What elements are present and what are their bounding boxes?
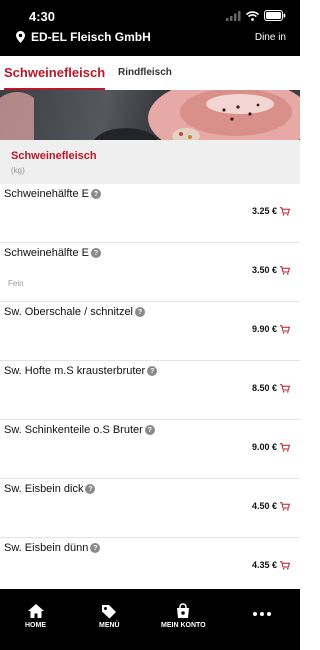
tab-schweinefleisch[interactable]: Schweinefleisch bbox=[4, 56, 106, 90]
help-icon[interactable]: ? bbox=[144, 425, 155, 435]
help-icon[interactable]: ? bbox=[135, 307, 146, 317]
category-header: Schweinefleisch (kg) bbox=[0, 140, 300, 184]
product-price: 3.25 € bbox=[251, 206, 277, 216]
top-bar: 4:30 ED-EL Fleisch GmbH Dine in bbox=[0, 0, 300, 56]
product-name: Schweinehälfte E bbox=[4, 188, 89, 200]
product-price: 9.00 € bbox=[251, 442, 277, 452]
bottom-navigation: HOME MENÜ MEIN KONTO bbox=[0, 589, 300, 650]
cart-icon[interactable] bbox=[280, 383, 290, 393]
category-title: Schweinefleisch bbox=[11, 150, 97, 162]
status-icons bbox=[226, 10, 286, 21]
home-icon bbox=[27, 604, 44, 618]
product-price: 3.50 € bbox=[251, 265, 277, 275]
more-icon bbox=[253, 612, 271, 616]
product-name: Sw. Hofte m.S krausterbruter bbox=[4, 365, 146, 377]
tag-icon bbox=[102, 605, 117, 619]
product-item[interactable]: Sw. Oberschale / schnitzel ? 9.90 € bbox=[0, 302, 300, 361]
product-item[interactable]: Schweinehälfte E ? 3.25 € bbox=[0, 184, 300, 243]
battery-icon bbox=[264, 10, 286, 21]
product-name: Sw. Schinkenteile o.S Bruter bbox=[4, 424, 143, 436]
nav-account-label: MEIN KONTO bbox=[161, 622, 206, 629]
product-name: Sw. Oberschale / schnitzel bbox=[4, 306, 134, 318]
nav-home-label: HOME bbox=[25, 622, 46, 629]
product-item[interactable]: Sw. Hofte m.S krausterbruter ? 8.50 € bbox=[0, 361, 300, 420]
product-name: Sw. Eisbein dick bbox=[4, 483, 84, 495]
cart-icon[interactable] bbox=[280, 206, 290, 216]
help-icon[interactable]: ? bbox=[147, 366, 158, 376]
cart-icon[interactable] bbox=[280, 324, 290, 334]
product-price: 8.50 € bbox=[251, 383, 277, 393]
product-price: 4.35 € bbox=[251, 560, 277, 570]
dine-in-button[interactable]: Dine in bbox=[255, 32, 286, 43]
product-item[interactable]: Sw. Schinkenteile o.S Bruter ? 9.00 € bbox=[0, 420, 300, 479]
wifi-icon bbox=[246, 10, 259, 21]
product-note: Fein bbox=[8, 279, 24, 288]
category-banner-image bbox=[0, 90, 300, 140]
cart-icon[interactable] bbox=[280, 501, 290, 511]
help-icon[interactable]: ? bbox=[91, 189, 101, 199]
nav-menu-label: MENÜ bbox=[99, 622, 120, 629]
product-price: 4.50 € bbox=[251, 501, 277, 511]
cart-icon[interactable] bbox=[280, 442, 290, 452]
shopping-bag-icon bbox=[177, 603, 190, 618]
nav-menu[interactable]: MENÜ bbox=[99, 603, 120, 629]
signal-icon bbox=[226, 10, 241, 21]
help-icon[interactable]: ? bbox=[85, 484, 96, 494]
category-unit: (kg) bbox=[11, 166, 25, 175]
product-item[interactable]: Schweinehälfte E ? Fein 3.50 € bbox=[0, 243, 300, 302]
location-selector[interactable]: ED-EL Fleisch GmbH bbox=[16, 30, 151, 44]
cart-icon[interactable] bbox=[280, 560, 290, 570]
help-icon[interactable]: ? bbox=[91, 248, 101, 258]
location-pin-icon bbox=[16, 31, 25, 43]
cart-icon[interactable] bbox=[280, 265, 290, 275]
tab-rindfleisch[interactable]: Rindfleisch bbox=[118, 56, 172, 90]
meat-image bbox=[0, 90, 300, 140]
category-tabs: Schweinefleisch Rindfleisch bbox=[0, 56, 300, 90]
nav-account[interactable]: MEIN KONTO bbox=[161, 603, 206, 629]
product-name: Sw. Eisbein dünn bbox=[4, 542, 89, 554]
product-name: Schweinehälfte E bbox=[4, 247, 89, 259]
product-item[interactable]: Sw. Eisbein dick ? 4.50 € bbox=[0, 479, 300, 538]
nav-more[interactable] bbox=[252, 611, 272, 617]
help-icon[interactable]: ? bbox=[90, 543, 101, 553]
nav-home[interactable]: HOME bbox=[25, 603, 46, 629]
location-name: ED-EL Fleisch GmbH bbox=[31, 30, 151, 44]
product-price: 9.90 € bbox=[251, 324, 277, 334]
status-time: 4:30 bbox=[29, 9, 56, 24]
